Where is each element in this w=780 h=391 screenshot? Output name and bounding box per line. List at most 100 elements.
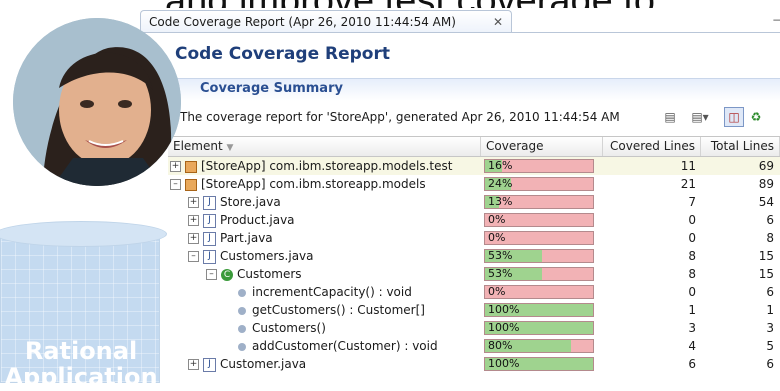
- java-file-icon: J: [203, 195, 216, 210]
- expand-icon[interactable]: +: [188, 359, 199, 370]
- element-label: [StoreApp] com.ibm.storeapp.models: [201, 177, 426, 191]
- table-row[interactable]: + J Product.java 0% 0 6: [168, 211, 780, 229]
- table-header: Element ▼ Coverage Covered Lines Total L…: [168, 137, 780, 157]
- application-label: Application: [4, 363, 158, 391]
- table-row[interactable]: Customers() 100% 3 3: [168, 319, 780, 337]
- element-label: Customers: [237, 267, 302, 281]
- rational-application-overlay: Rational Application: [0, 221, 167, 391]
- total-lines-cell: 5: [766, 339, 774, 353]
- table-row[interactable]: – J Customers.java 53% 8 15: [168, 247, 780, 265]
- collapse-icon[interactable]: –: [188, 251, 199, 262]
- covered-lines-cell: 4: [688, 339, 696, 353]
- method-icon: [238, 342, 246, 351]
- tab-divider: [140, 32, 780, 33]
- summary-text: The coverage report for 'StoreApp', gene…: [180, 110, 620, 124]
- section-title: Coverage Summary: [200, 81, 343, 96]
- table-row[interactable]: – C Customers 53% 8 15: [168, 265, 780, 283]
- java-file-icon: J: [203, 357, 216, 372]
- tab-coverage-report[interactable]: Code Coverage Report (Apr 26, 2010 11:44…: [140, 10, 512, 32]
- covered-lines-cell: 7: [688, 195, 696, 209]
- collapse-all-icon[interactable]: ▤: [660, 107, 680, 127]
- page-title: Code Coverage Report: [175, 44, 390, 64]
- coverage-text: 80%: [488, 339, 513, 352]
- class-icon: C: [221, 268, 233, 281]
- total-lines-cell: 6: [766, 213, 774, 227]
- covered-lines-cell: 0: [688, 213, 696, 227]
- covered-lines-cell: 0: [688, 231, 696, 245]
- package-icon: [185, 160, 197, 173]
- covered-lines-cell: 21: [680, 177, 696, 191]
- total-lines-cell: 89: [758, 177, 774, 191]
- package-icon: [185, 178, 197, 191]
- covered-lines-cell: 1: [688, 303, 696, 317]
- element-label: Customer.java: [220, 357, 307, 371]
- coverage-table: Element ▼ Coverage Covered Lines Total L…: [168, 136, 780, 373]
- coverage-text: 16%: [488, 159, 513, 172]
- total-lines-cell: 6: [766, 285, 774, 299]
- collapse-icon[interactable]: –: [206, 269, 217, 280]
- column-header-element[interactable]: Element ▼: [168, 137, 481, 156]
- total-lines-cell: 1: [766, 303, 774, 317]
- covered-lines-cell: 11: [680, 159, 696, 173]
- coverage-bar: 0%: [484, 213, 594, 227]
- coverage-text: 0%: [488, 231, 506, 244]
- coverage-bar: 53%: [484, 249, 594, 263]
- table-row[interactable]: + [StoreApp] com.ibm.storeapp.models.test…: [168, 157, 780, 175]
- coverage-bar: 13%: [484, 195, 594, 209]
- rational-label: Rational: [24, 337, 138, 365]
- coverage-text: 0%: [488, 213, 506, 226]
- method-icon: [238, 288, 246, 297]
- total-lines-cell: 54: [758, 195, 774, 209]
- coverage-bar: 100%: [484, 357, 594, 371]
- column-header-coverage[interactable]: Coverage: [481, 137, 603, 156]
- element-label: getCustomers() : Customer[]: [252, 303, 425, 317]
- coverage-text: 100%: [488, 303, 520, 316]
- column-header-covered-lines[interactable]: Covered Lines: [603, 137, 701, 156]
- table-row[interactable]: + J Part.java 0% 0 8: [168, 229, 780, 247]
- expand-icon[interactable]: +: [188, 215, 199, 226]
- method-icon: [238, 324, 246, 333]
- table-row[interactable]: incrementCapacity() : void 0% 0 6: [168, 283, 780, 301]
- column-header-total-lines[interactable]: Total Lines: [701, 137, 780, 156]
- presenter-photo-drawing: [13, 18, 181, 186]
- refresh-icon[interactable]: ♻: [746, 107, 766, 127]
- coverage-bar: 16%: [484, 159, 594, 173]
- element-label: Store.java: [220, 195, 281, 209]
- table-row[interactable]: + J Customer.java 100% 6 6: [168, 355, 780, 373]
- close-icon[interactable]: ✕: [493, 11, 503, 33]
- collapse-icon[interactable]: –: [170, 179, 181, 190]
- cylinder-top: [0, 221, 167, 247]
- method-icon: [238, 306, 246, 315]
- table-row[interactable]: getCustomers() : Customer[] 100% 1 1: [168, 301, 780, 319]
- layout-menu-icon[interactable]: ▤▾: [690, 107, 710, 127]
- table-row[interactable]: + J Store.java 13% 7 54: [168, 193, 780, 211]
- expand-icon[interactable]: +: [170, 161, 181, 172]
- tree-view-icon[interactable]: ◫: [724, 107, 744, 127]
- coverage-bar: 100%: [484, 303, 594, 317]
- coverage-text: 0%: [488, 285, 506, 298]
- coverage-bar: 80%: [484, 339, 594, 353]
- coverage-text: 100%: [488, 357, 520, 370]
- expand-icon[interactable]: +: [188, 233, 199, 244]
- element-label: Customers(): [252, 321, 326, 335]
- coverage-bar: 24%: [484, 177, 594, 191]
- coverage-bar: 53%: [484, 267, 594, 281]
- coverage-text: 53%: [488, 249, 513, 262]
- covered-lines-cell: 8: [688, 267, 696, 281]
- element-label: [StoreApp] com.ibm.storeapp.models.test: [201, 159, 453, 173]
- total-lines-cell: 3: [766, 321, 774, 335]
- element-label: incrementCapacity() : void: [252, 285, 412, 299]
- table-row[interactable]: – [StoreApp] com.ibm.storeapp.models 24% …: [168, 175, 780, 193]
- expand-icon[interactable]: +: [188, 197, 199, 208]
- table-row[interactable]: addCustomer(Customer) : void 80% 4 5: [168, 337, 780, 355]
- covered-lines-cell: 0: [688, 285, 696, 299]
- coverage-report-editor: Code Coverage Report (Apr 26, 2010 11:44…: [140, 8, 780, 383]
- element-label: addCustomer(Customer) : void: [252, 339, 438, 353]
- minimize-icon[interactable]: –: [773, 12, 780, 26]
- element-label: Product.java: [220, 213, 295, 227]
- coverage-summary-section[interactable]: Coverage Summary: [150, 78, 780, 101]
- element-label: Part.java: [220, 231, 273, 245]
- presenter-photo: [13, 18, 181, 186]
- total-lines-cell: 8: [766, 231, 774, 245]
- coverage-text: 100%: [488, 321, 520, 334]
